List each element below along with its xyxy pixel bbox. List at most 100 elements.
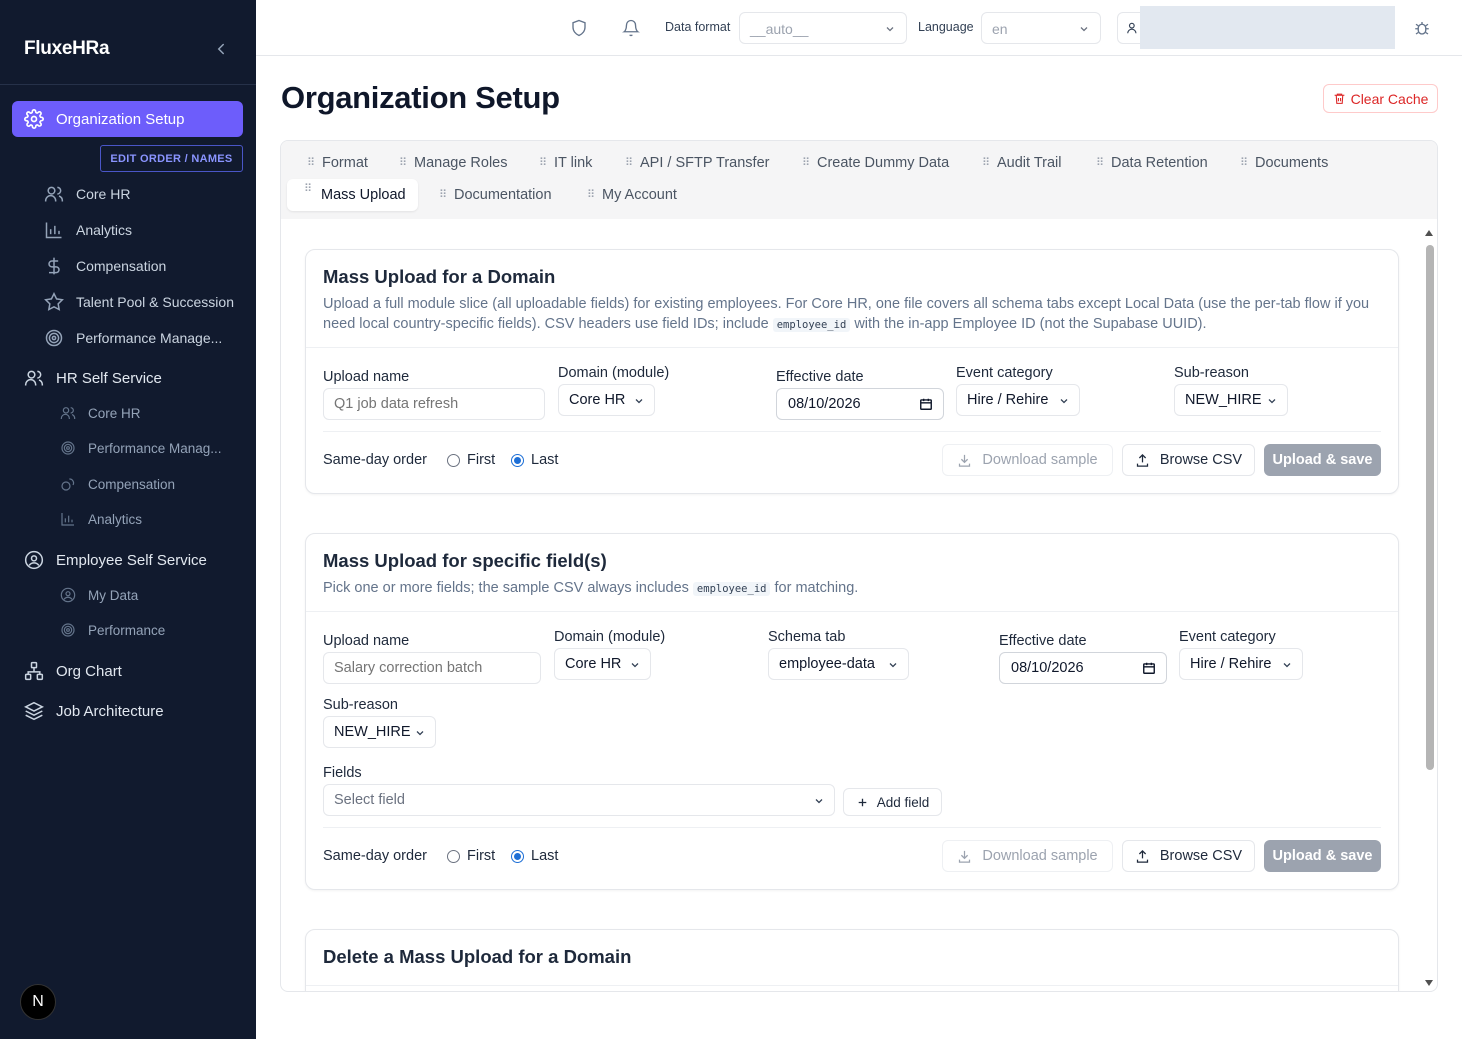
tab-api-sftp[interactable]: ⠿ API / SFTP Transfer [625,147,769,179]
tab-documents[interactable]: ⠿ Documents [1240,147,1328,179]
tab-audit-trail[interactable]: ⠿ Audit Trail [982,147,1061,179]
calendar-icon[interactable] [919,397,933,411]
chevron-down-icon [1060,399,1068,404]
drag-handle-icon[interactable]: ⠿ [1240,158,1248,169]
upload-name-input[interactable] [323,652,541,684]
same-day-first-radio[interactable]: First [447,452,495,468]
language-value: en [992,21,1008,37]
same-day-last-radio[interactable]: Last [511,848,558,864]
sidebar-item-job-architecture[interactable]: Job Architecture [24,701,164,721]
field-select-placeholder: Select field [334,792,405,808]
description-text: with the in-app Employee ID (not the Sup… [854,316,1207,332]
drag-handle-icon[interactable]: ⠿ [625,158,633,169]
tab-data-retention[interactable]: ⠿ Data Retention [1096,147,1208,179]
sub-reason-value: NEW_HIRE [334,724,411,740]
scroll-down-arrow-icon[interactable] [1425,979,1433,987]
event-category-select[interactable]: Hire / Rehire [956,384,1080,416]
browse-csv-button[interactable]: Browse CSV [1122,444,1255,476]
sidebar-item-label: Core HR [88,405,141,421]
drag-handle-icon[interactable]: ⠿ [802,158,810,169]
tab-my-account[interactable]: ⠿ My Account [587,179,677,211]
sidebar-subitem-my-data[interactable]: My Data [60,587,138,603]
users-icon [44,186,64,202]
sidebar-subitem-compensation[interactable]: Compensation [60,476,175,492]
star-icon [44,292,64,311]
sidebar-item-compensation[interactable]: Compensation [44,256,166,276]
vertical-scrollbar[interactable] [1423,229,1435,989]
calendar-icon[interactable] [1142,661,1156,675]
sidebar-subitem-core-hr[interactable]: Core HR [60,405,141,421]
upload-save-button[interactable]: Upload & save [1264,444,1381,476]
download-sample-button[interactable]: Download sample [942,444,1113,476]
tab-mass-upload[interactable]: ⠿ Mass Upload [287,179,418,211]
target-icon [61,441,75,455]
drag-handle-icon[interactable]: ⠿ [982,158,990,169]
domain-select[interactable]: Core HR [554,648,651,680]
edit-order-names-button[interactable]: EDIT ORDER / NAMES [100,145,243,172]
tab-documentation[interactable]: ⠿ Documentation [439,179,552,211]
drag-handle-icon[interactable]: ⠿ [539,158,547,169]
drag-handle-icon[interactable]: ⠿ [1096,158,1104,169]
browse-csv-button[interactable]: Browse CSV [1122,840,1255,872]
chevron-down-icon [635,399,643,404]
drag-handle-icon[interactable]: ⠿ [304,184,312,195]
sidebar-item-label: Job Architecture [56,702,164,720]
tab-it-link[interactable]: ⠿ IT link [539,147,592,179]
collapse-sidebar-icon[interactable] [212,40,230,58]
tab-label: Mass Upload [321,187,406,203]
data-format-select[interactable]: __auto__ [739,12,907,44]
radio-indicator[interactable] [511,453,524,467]
sidebar-item-analytics[interactable]: Analytics [44,220,132,240]
language-select[interactable]: en [981,12,1101,44]
domain-select[interactable]: Core HR [558,384,655,416]
sidebar-item-org-chart[interactable]: Org Chart [24,661,122,681]
field-select[interactable]: Select field [323,784,835,816]
sidebar-item-talent-pool[interactable]: Talent Pool & Succession [44,292,234,312]
sidebar-section-employee-self-service[interactable]: Employee Self Service [24,550,207,570]
drag-handle-icon[interactable]: ⠿ [439,190,447,201]
tab-create-dummy-data[interactable]: ⠿ Create Dummy Data [802,147,949,179]
radio-indicator[interactable] [511,849,524,863]
effective-date-input[interactable]: 08/10/2026 [776,388,944,420]
scroll-up-arrow-icon[interactable] [1425,229,1433,237]
drag-handle-icon[interactable]: ⠿ [307,158,315,169]
sidebar-item-label: Core HR [76,186,131,202]
drag-handle-icon[interactable]: ⠿ [587,190,595,201]
next-badge[interactable]: N [20,984,56,1020]
sidebar-subitem-analytics[interactable]: Analytics [60,511,142,527]
schema-tab-select[interactable]: employee-data [768,648,909,680]
shield-icon[interactable] [570,18,588,43]
bug-icon[interactable] [1413,19,1431,42]
sidebar-subitem-performance[interactable]: Performance [60,622,165,638]
sub-reason-select[interactable]: NEW_HIRE [1174,384,1288,416]
sidebar-item-organization-setup[interactable]: Organization Setup [12,101,243,137]
sidebar-item-performance-management[interactable]: Performance Manage... [44,328,222,348]
tab-format[interactable]: ⠿ Format [307,147,368,179]
upload-save-button[interactable]: Upload & save [1264,840,1381,872]
sidebar-item-core-hr[interactable]: Core HR [44,184,130,204]
scrollbar-thumb[interactable] [1426,245,1434,770]
tab-manage-roles[interactable]: ⠿ Manage Roles [399,147,508,179]
sidebar-section-hr-self-service[interactable]: HR Self Service [24,368,162,388]
divider [306,347,1398,348]
top-bar: Data format __auto__ Language en [256,0,1462,56]
radio-indicator[interactable] [447,849,460,863]
same-day-last-radio[interactable]: Last [511,452,558,468]
button-label: Browse CSV [1159,848,1243,864]
sub-reason-select[interactable]: NEW_HIRE [323,716,436,748]
upload-name-input[interactable] [323,388,545,420]
add-field-button[interactable]: Add field [843,788,942,816]
effective-date-input[interactable]: 08/10/2026 [999,652,1167,684]
drag-handle-icon[interactable]: ⠿ [399,158,407,169]
event-category-select[interactable]: Hire / Rehire [1179,648,1303,680]
sidebar-subitem-performance[interactable]: Performance Manag... [60,440,222,456]
users-icon [60,407,76,419]
bell-icon[interactable] [622,18,640,43]
download-sample-button[interactable]: Download sample [942,840,1113,872]
same-day-first-radio[interactable]: First [447,848,495,864]
radio-indicator[interactable] [447,453,460,467]
clear-cache-button[interactable]: Clear Cache [1323,84,1438,113]
upload-icon [1136,849,1149,863]
domain-label: Domain (module) [554,629,666,645]
sidebar-section-label: HR Self Service [56,369,162,387]
